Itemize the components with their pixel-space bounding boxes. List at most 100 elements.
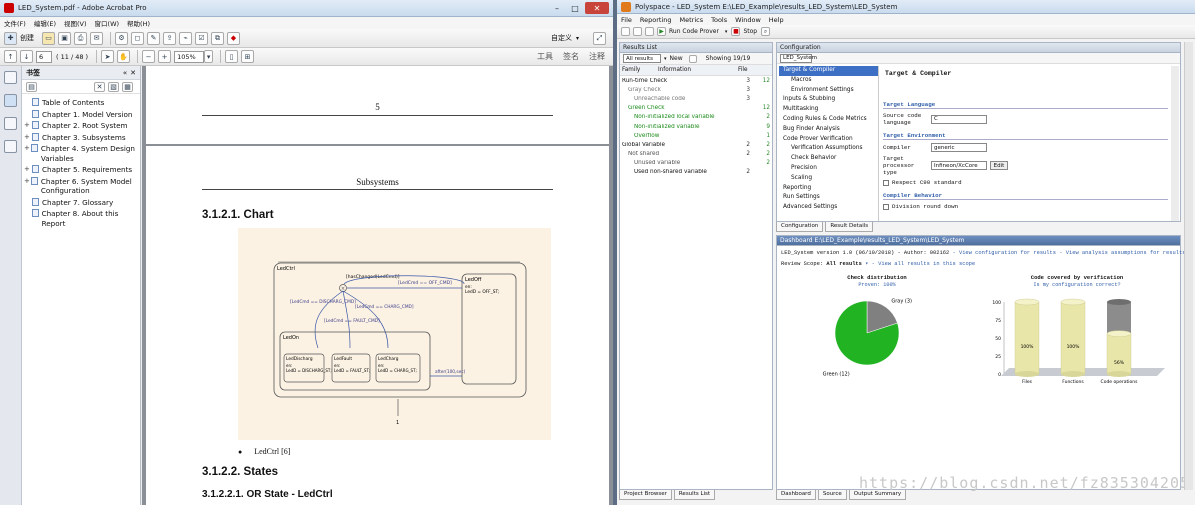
tab-source[interactable]: Source: [817, 490, 847, 500]
config-tree-item[interactable]: Bug Finder Analysis: [779, 125, 878, 135]
bookmark-item[interactable]: + Chapter 5. Requirements: [22, 164, 140, 176]
customize-dropdown[interactable]: 自定义: [551, 33, 572, 43]
tab-dashboard[interactable]: Dashboard: [776, 490, 816, 500]
tab-configuration[interactable]: Configuration: [776, 222, 824, 232]
expand-toggle-icon[interactable]: +: [24, 165, 31, 175]
compiler-select[interactable]: generic: [931, 143, 987, 152]
expand-bookmark-icon[interactable]: ▦: [122, 81, 133, 92]
bookmark-item[interactable]: Chapter 1. Model Version: [22, 109, 140, 121]
zoom-out-icon[interactable]: −: [142, 50, 156, 63]
config-tree-item[interactable]: Inputs & Stubbing: [779, 95, 878, 105]
prev-page-icon[interactable]: ↑: [4, 50, 17, 63]
bookmark-options-icon[interactable]: ▤: [26, 81, 37, 92]
hand-tool-icon[interactable]: ✋: [117, 50, 131, 63]
comment-icon[interactable]: ◻: [131, 31, 144, 45]
menu-help[interactable]: Help: [769, 16, 784, 24]
document-viewport[interactable]: 5 Subsystems 3.1.2.1. Chart LedCtrl × [h…: [142, 66, 613, 505]
menu-metrics[interactable]: Metrics: [680, 16, 704, 24]
menu-window[interactable]: 窗口(W): [95, 18, 120, 28]
config-tree-item[interactable]: Precision: [779, 164, 878, 174]
result-row[interactable]: Green Check 12: [620, 104, 772, 113]
search-icon[interactable]: ⌕: [761, 27, 771, 36]
menu-reporting[interactable]: Reporting: [640, 16, 672, 24]
new-bookmark-icon[interactable]: ▧: [108, 81, 119, 92]
close-button[interactable]: ✕: [585, 2, 609, 14]
config-tree-item[interactable]: Environment Settings: [779, 86, 878, 96]
config-tree-item[interactable]: Advanced Settings: [779, 203, 878, 213]
zoom-in-icon[interactable]: +: [158, 50, 172, 63]
col-family[interactable]: Family: [620, 67, 658, 73]
result-row[interactable]: Non-initialized local variable 2: [620, 113, 772, 122]
config-tree-item[interactable]: Run Settings: [779, 193, 878, 203]
result-row[interactable]: Unreachable code 3: [620, 94, 772, 103]
attach-icon[interactable]: ⌁: [179, 31, 192, 45]
stamp-icon[interactable]: ✎: [147, 31, 160, 45]
save-icon[interactable]: ▣: [58, 31, 71, 45]
page-number-input[interactable]: 6: [36, 50, 52, 63]
open-icon[interactable]: [633, 27, 642, 36]
bookmarks-icon[interactable]: [4, 94, 17, 107]
select-cursor-icon[interactable]: ➤: [101, 50, 115, 63]
settings-icon[interactable]: ⚙: [115, 31, 128, 45]
respect-c90-checkbox[interactable]: [883, 179, 889, 186]
menu-file[interactable]: File: [621, 16, 632, 24]
config-tree-item[interactable]: Scaling: [779, 174, 878, 184]
result-row[interactable]: Not shared 2 2: [620, 150, 772, 159]
collapse-panel-icon[interactable]: «: [123, 69, 127, 77]
menu-view[interactable]: 视图(V): [64, 18, 87, 28]
results-filter-select[interactable]: All results: [623, 54, 661, 63]
print-icon[interactable]: ⎙: [74, 31, 87, 45]
bar-files[interactable]: [1014, 298, 1040, 377]
config-tree-item[interactable]: Code Prover Verification: [779, 135, 878, 145]
view-config-link[interactable]: View configuration for results: [959, 250, 1056, 256]
tools-tab[interactable]: 工具: [537, 51, 553, 62]
config-tree-item[interactable]: Reporting: [779, 184, 878, 194]
bookmark-item[interactable]: + Chapter 3. Subsystems: [22, 132, 140, 144]
open-folder-icon[interactable]: ▭: [42, 31, 55, 45]
expand-toggle-icon[interactable]: +: [24, 177, 30, 187]
division-round-checkbox[interactable]: [883, 203, 889, 210]
config-tree-item[interactable]: Check Behavior: [779, 154, 878, 164]
compare-icon[interactable]: ⧉: [211, 31, 224, 45]
run-mode-dropdown[interactable]: Run Code Prover: [669, 28, 719, 35]
bookmark-item[interactable]: + Chapter 6. System Model Configuration: [22, 176, 140, 197]
result-row[interactable]: Run-time Check 3 12: [620, 76, 772, 85]
sign-tab[interactable]: 签名: [563, 51, 579, 62]
close-panel-icon[interactable]: ✕: [130, 69, 136, 77]
view-scope-link[interactable]: View all results in this scope: [878, 261, 975, 267]
fit-width-icon[interactable]: ⊞: [241, 50, 255, 63]
expand-icon[interactable]: ⤢: [593, 31, 606, 45]
bookmark-item[interactable]: + Chapter 2. Root System: [22, 120, 140, 132]
stop-button[interactable]: Stop: [743, 28, 757, 35]
result-row[interactable]: Unused variable 2: [620, 159, 772, 168]
filter-icon[interactable]: [688, 54, 697, 63]
right-scrollbar[interactable]: [1184, 42, 1193, 490]
review-icon[interactable]: ☑: [195, 31, 208, 45]
run-icon[interactable]: ▶: [657, 27, 666, 36]
create-icon[interactable]: ✚: [4, 31, 17, 45]
config-scrollbar[interactable]: [1171, 66, 1179, 221]
bookmark-item[interactable]: Table of Contents: [22, 97, 140, 109]
create-button[interactable]: 创建: [20, 33, 34, 43]
page-thumbnails-icon[interactable]: [4, 71, 17, 84]
expand-toggle-icon[interactable]: +: [24, 133, 31, 143]
col-information[interactable]: Information: [658, 67, 738, 73]
pdf-icon[interactable]: ◆: [227, 31, 240, 45]
result-row[interactable]: Used non-shared variable 2: [620, 168, 772, 177]
next-page-icon[interactable]: ↓: [20, 50, 33, 63]
bookmark-item[interactable]: Chapter 8. About this Report: [22, 208, 140, 229]
expand-toggle-icon[interactable]: +: [24, 121, 31, 131]
minimize-button[interactable]: –: [549, 2, 565, 14]
tab-results-list[interactable]: Results List: [673, 490, 716, 500]
zoom-dropdown-icon[interactable]: ▾: [204, 50, 214, 63]
result-row[interactable]: Overflow 1: [620, 131, 772, 140]
bar-functions[interactable]: [1060, 298, 1086, 377]
config-tree-item[interactable]: Multitasking: [779, 105, 878, 115]
col-file[interactable]: File: [738, 67, 768, 73]
save-icon[interactable]: [645, 27, 654, 36]
project-tab[interactable]: LED_System: [780, 53, 817, 63]
processor-select[interactable]: Infineon/XcCore: [931, 161, 987, 170]
stop-icon[interactable]: ■: [731, 27, 741, 36]
menu-file[interactable]: 文件(F): [4, 18, 26, 28]
expand-toggle-icon[interactable]: +: [24, 144, 30, 154]
